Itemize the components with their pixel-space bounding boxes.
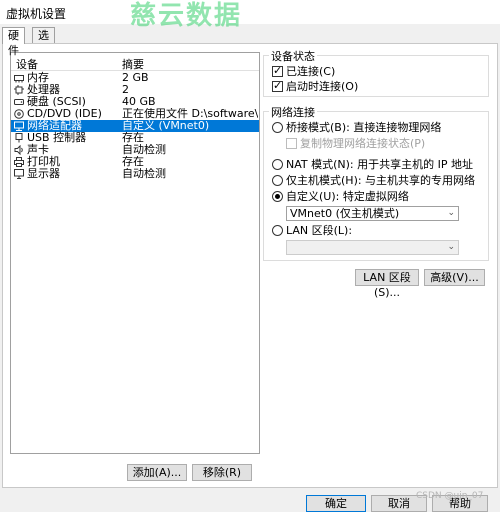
radio-dot bbox=[275, 194, 280, 199]
chevron-down-icon: ⌄ bbox=[447, 242, 455, 252]
lan-segments-button[interactable]: LAN 区段(S)... bbox=[355, 269, 419, 299]
title-bar: 虚拟机设置 慈云数据 bbox=[0, 0, 500, 31]
add-button[interactable]: 添加(A)... bbox=[127, 464, 187, 481]
connect-on-power-checkbox[interactable]: ✓ 启动时连接(O) bbox=[272, 79, 359, 94]
replicate-state-checkbox[interactable]: 复制物理网络连接状态(P) bbox=[286, 137, 425, 151]
checkbox-box: ✓ bbox=[272, 64, 283, 77]
column-header-device[interactable]: 设备 bbox=[16, 56, 38, 72]
device-summary: 自动检测 bbox=[122, 144, 166, 156]
nat-label: NAT 模式(N): 用于共享主机的 IP 地址 bbox=[286, 158, 473, 171]
ok-button[interactable]: 确定 bbox=[306, 495, 366, 512]
checkbox-box: ✓ bbox=[272, 79, 283, 92]
remove-button[interactable]: 移除(R) bbox=[192, 464, 252, 481]
device-summary: 2 bbox=[122, 84, 129, 96]
memory-icon bbox=[14, 75, 24, 83]
watermark-logo: 慈云数据 bbox=[130, 1, 243, 31]
chevron-down-icon: ⌄ bbox=[447, 208, 455, 218]
checkbox-box bbox=[286, 138, 297, 149]
bridged-label: 桥接模式(B): 直接连接物理网络 bbox=[286, 121, 442, 134]
tab-options[interactable]: 选项 bbox=[32, 27, 55, 57]
host-only-radio[interactable]: 仅主机模式(H): 与主机共享的专用网络 bbox=[272, 174, 475, 188]
column-header-summary[interactable]: 摘要 bbox=[122, 56, 144, 72]
printer-icon bbox=[14, 157, 24, 167]
network-connection-legend: 网络连接 bbox=[269, 104, 317, 120]
device-status-legend: 设备状态 bbox=[269, 48, 317, 64]
device-summary: 2 GB bbox=[122, 72, 149, 84]
harddisk-icon bbox=[14, 99, 24, 105]
connected-checkbox[interactable]: ✓ 已连接(C) bbox=[272, 64, 336, 79]
sound-icon bbox=[14, 145, 23, 155]
custom-label: 自定义(U): 特定虚拟网络 bbox=[286, 190, 409, 203]
replicate-state-label: 复制物理网络连接状态(P) bbox=[300, 137, 426, 150]
lan-segment-label: LAN 区段(L): bbox=[286, 224, 353, 237]
connect-on-power-label: 启动时连接(O) bbox=[286, 80, 359, 93]
device-summary: 存在 bbox=[122, 156, 144, 168]
window-title: 虚拟机设置 bbox=[6, 7, 67, 21]
custom-network-value: VMnet0 (仅主机模式) bbox=[290, 207, 400, 220]
radio-circle bbox=[272, 225, 283, 236]
device-summary: 自定义 (VMnet0) bbox=[122, 120, 210, 132]
processor-icon bbox=[14, 85, 24, 95]
device-row-display[interactable]: 显示器 自动检测 bbox=[11, 168, 259, 180]
check-mark-icon: ✓ bbox=[273, 64, 283, 77]
lan-segment-select[interactable]: ⌄ bbox=[286, 240, 459, 255]
device-name: 显示器 bbox=[27, 167, 60, 180]
tab-hardware[interactable]: 硬件 bbox=[2, 27, 25, 57]
nat-radio[interactable]: NAT 模式(N): 用于共享主机的 IP 地址 bbox=[272, 158, 473, 172]
radio-circle bbox=[272, 175, 283, 186]
host-only-label: 仅主机模式(H): 与主机共享的专用网络 bbox=[286, 174, 476, 187]
device-list[interactable]: 设备 摘要 内存 2 GB 处理器 2 硬盘 (SCSI) 40 GB CD/D… bbox=[10, 52, 260, 454]
device-summary: 正在使用文件 D:\software\Cen... bbox=[122, 108, 258, 120]
display-icon bbox=[14, 169, 24, 179]
custom-radio[interactable]: 自定义(U): 特定虚拟网络 bbox=[272, 190, 409, 204]
device-status-group: 设备状态 ✓ 已连接(C) ✓ 启动时连接(O) bbox=[263, 48, 489, 97]
connected-label: 已连接(C) bbox=[286, 65, 336, 78]
device-summary: 存在 bbox=[122, 132, 144, 144]
radio-circle bbox=[272, 122, 283, 133]
advanced-button[interactable]: 高级(V)... bbox=[424, 269, 485, 286]
custom-network-select[interactable]: VMnet0 (仅主机模式) ⌄ bbox=[286, 206, 459, 221]
usb-icon bbox=[15, 133, 23, 143]
check-mark-icon: ✓ bbox=[273, 79, 283, 92]
device-summary: 自动检测 bbox=[122, 168, 166, 180]
network-adapter-icon bbox=[14, 121, 24, 131]
radio-circle bbox=[272, 191, 283, 202]
credit-text: CSDN @ujn_07 bbox=[416, 491, 484, 501]
device-summary: 40 GB bbox=[122, 96, 156, 108]
radio-circle bbox=[272, 159, 283, 170]
network-connection-group: 网络连接 桥接模式(B): 直接连接物理网络 复制物理网络连接状态(P) NAT… bbox=[263, 104, 489, 261]
bridged-radio[interactable]: 桥接模式(B): 直接连接物理网络 bbox=[272, 121, 441, 135]
cd-icon bbox=[14, 109, 24, 119]
lan-segment-radio[interactable]: LAN 区段(L): bbox=[272, 224, 352, 238]
device-list-header: 设备 摘要 bbox=[11, 53, 259, 71]
